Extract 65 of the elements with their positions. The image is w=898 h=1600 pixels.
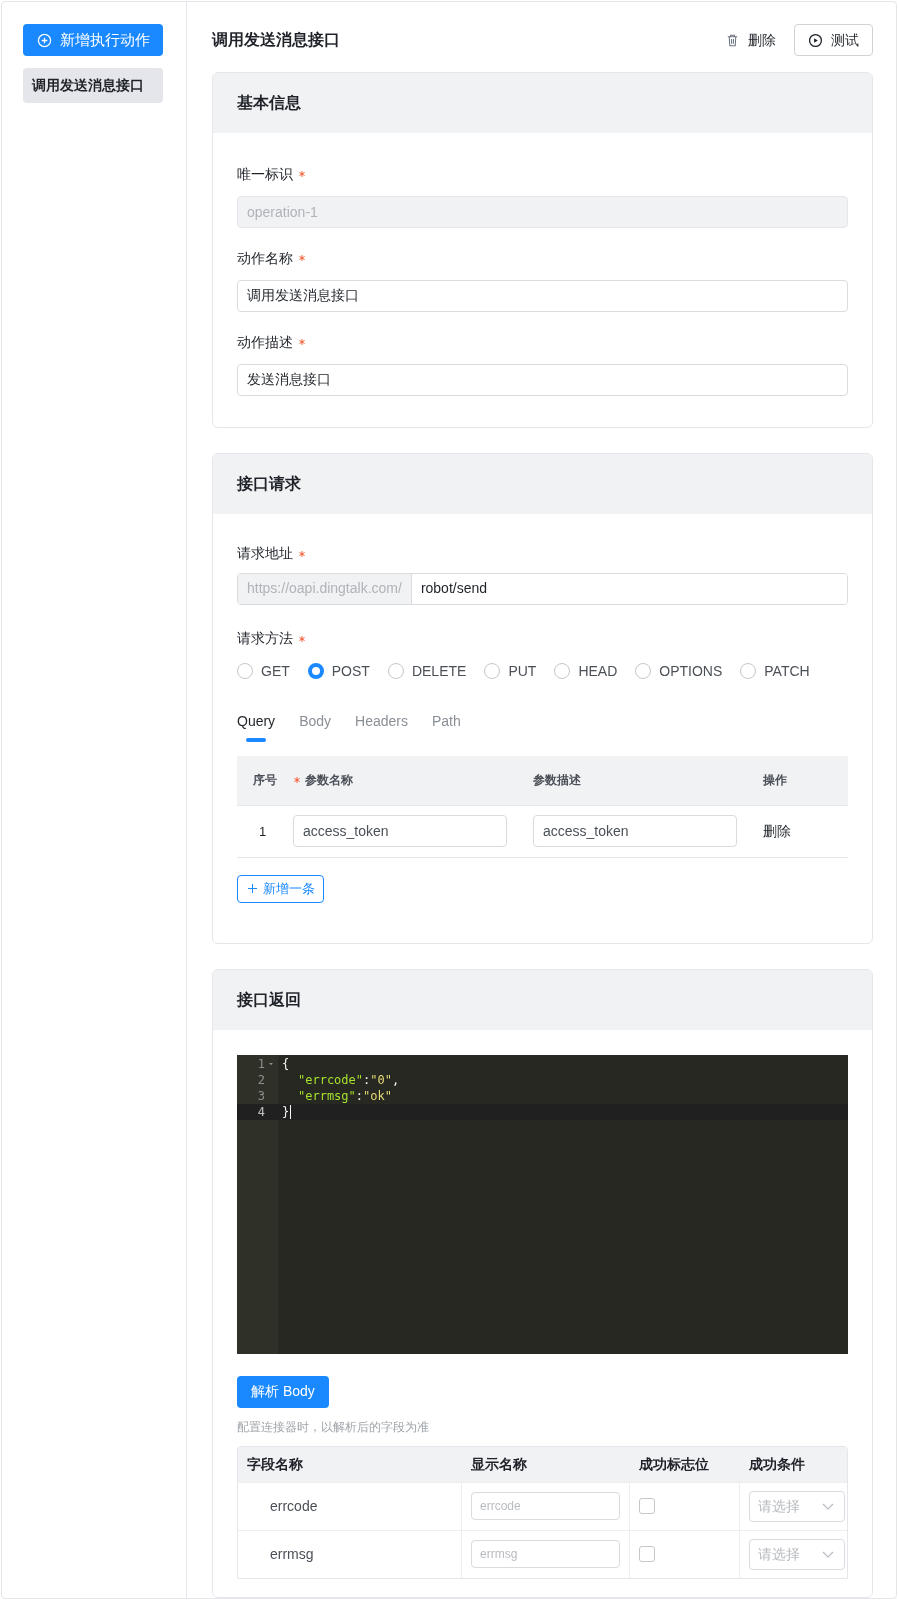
radio-option[interactable]: POST	[307, 660, 370, 682]
radio-button[interactable]	[554, 663, 571, 680]
radio-option[interactable]: HEAD	[554, 660, 618, 682]
row-number: 1	[259, 823, 267, 839]
line-number: 1	[257, 1055, 265, 1072]
radio-button[interactable]	[307, 663, 324, 680]
url-input[interactable]: https://oapi.dingtalk.com/ robot/send	[237, 572, 848, 605]
tab[interactable]: Query	[237, 710, 276, 742]
field-label: 请求地址	[237, 544, 293, 564]
code-line: }	[282, 1103, 290, 1120]
checkbox[interactable]	[639, 1546, 655, 1563]
add-row-button[interactable]: 新增一条	[237, 874, 324, 903]
column-header: 参数描述	[533, 772, 581, 790]
sidebar-item[interactable]: 调用发送消息接口	[23, 68, 163, 103]
code-line: "errmsg":"ok"	[298, 1087, 392, 1104]
fold-arrow-icon	[267, 1060, 274, 1067]
trash-icon	[725, 32, 740, 48]
delete-link[interactable]: 删除	[763, 820, 791, 842]
section-header: 接口返回	[213, 969, 872, 1030]
column-header: 成功标志位	[639, 1455, 709, 1472]
field-name: errmsg	[270, 1544, 314, 1564]
radio-option[interactable]: DELETE	[387, 660, 467, 682]
section-header: 基本信息	[213, 73, 872, 133]
radio-option[interactable]: OPTIONS	[635, 660, 723, 682]
plus-icon	[246, 882, 259, 896]
display-name-input[interactable]: errcode	[471, 1492, 620, 1521]
text-input[interactable]: access_token	[533, 815, 737, 848]
test-button[interactable]: 测试	[794, 24, 873, 56]
field-label: 唯一标识	[237, 164, 293, 184]
radio-option[interactable]: PUT	[484, 660, 537, 682]
text-input[interactable]: 调用发送消息接口	[237, 280, 848, 312]
delete-button[interactable]: 删除	[725, 29, 776, 51]
column-header: 成功条件	[749, 1455, 805, 1472]
field-name: errcode	[270, 1496, 318, 1516]
radio-button[interactable]	[484, 663, 501, 680]
column-header: 操作	[763, 772, 787, 790]
display-name-input[interactable]: errmsg	[471, 1540, 620, 1569]
text-input[interactable]: 发送消息接口	[237, 364, 848, 396]
text-cursor	[290, 1104, 292, 1119]
radio-button[interactable]	[635, 663, 652, 680]
line-number: 3	[257, 1087, 265, 1104]
radio-option[interactable]: PATCH	[740, 660, 810, 682]
hint-text: 配置连接器时，以解析后的字段为准	[237, 1418, 430, 1436]
checkbox[interactable]	[639, 1498, 655, 1515]
text-input[interactable]: access_token	[293, 815, 507, 848]
code-line: {	[282, 1055, 290, 1072]
field-label: 动作描述	[237, 332, 293, 352]
column-header: 参数名称	[305, 772, 353, 790]
page-title: 调用发送消息接口	[212, 30, 340, 50]
column-header: 显示名称	[471, 1455, 527, 1472]
radio-button[interactable]	[740, 663, 757, 680]
column-header: 字段名称	[247, 1455, 303, 1472]
radio-button[interactable]	[387, 663, 404, 680]
code-line: "errcode":"0",	[298, 1071, 400, 1088]
column-header: 序号	[253, 772, 277, 790]
radio-button[interactable]	[237, 663, 253, 680]
radio-option[interactable]: GET	[237, 660, 290, 682]
code-editor[interactable]: 1 2 3 4 { "errcode":"0", "errmsg":"ok" }	[237, 1054, 848, 1354]
section-header: 接口请求	[213, 453, 872, 514]
line-number: 2	[257, 1071, 265, 1088]
plus-circle-icon	[36, 32, 52, 48]
line-number: 4	[257, 1103, 265, 1120]
field-label: 动作名称	[237, 248, 293, 268]
play-circle-icon	[808, 32, 823, 48]
field-label: 请求方法	[237, 629, 293, 649]
